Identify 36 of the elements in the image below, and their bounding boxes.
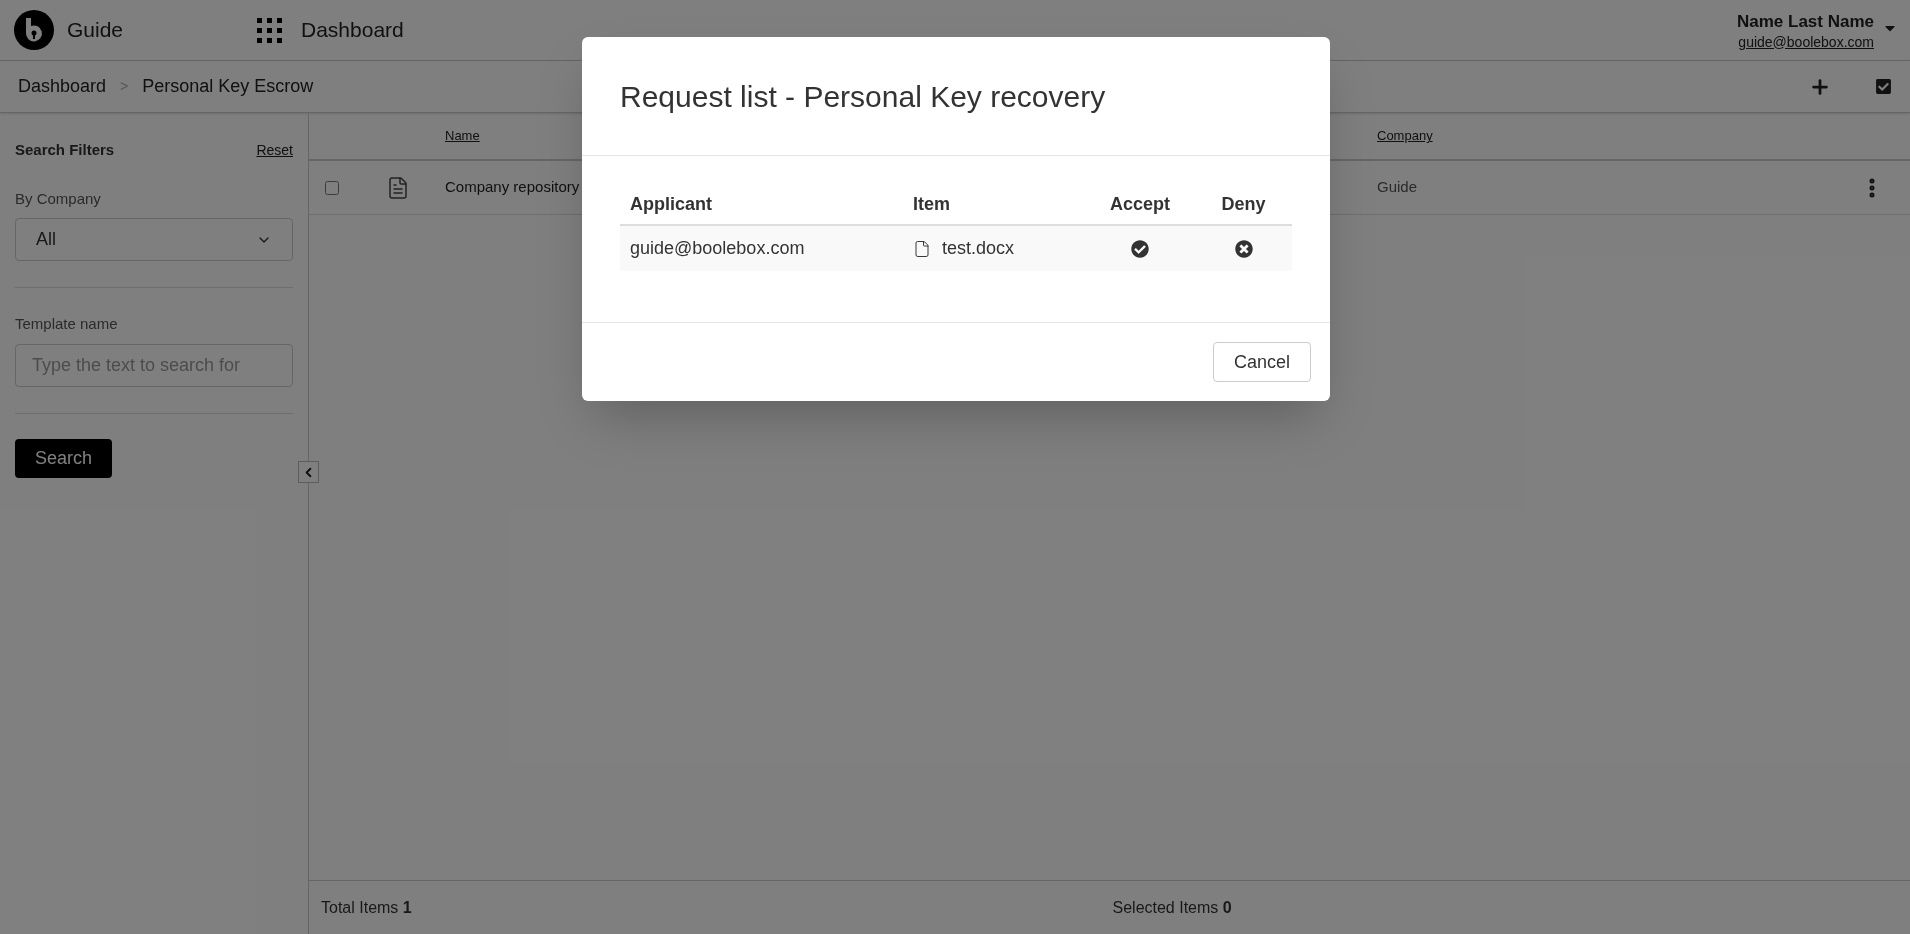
filter-label: Template name (15, 314, 119, 334)
applicant-cell-text: guide@boolebox.com (629, 237, 806, 260)
select-all-icon[interactable] (1875, 78, 1892, 95)
apps-grid-icon[interactable] (257, 17, 282, 43)
app-name: Guide (67, 17, 125, 44)
column-header[interactable]: Name (445, 126, 480, 146)
company-select[interactable]: All (15, 218, 293, 261)
search-button[interactable]: Search (15, 438, 113, 478)
item-cell-text: test.docx (942, 237, 1015, 260)
selected-items: Selected Items 0 (1111, 897, 1233, 918)
user-email-link[interactable]: guide@boolebox.com (1738, 31, 1874, 53)
user-name: Name Last Name (1737, 11, 1874, 32)
total-items: Total Items 1 (321, 897, 413, 918)
table-cell-text: Guide (1377, 177, 1419, 198)
breadcrumb-current: Personal Key Escrow (142, 75, 314, 98)
deny-icon[interactable] (1234, 239, 1253, 258)
accept-icon[interactable] (1131, 239, 1149, 258)
cancel-button[interactable]: Cancel (1212, 342, 1311, 382)
column-header[interactable]: Company (1377, 126, 1433, 146)
section-title: Dashboard (301, 17, 404, 44)
filter-label: By Company (15, 188, 102, 209)
table-cell-text: Company repository (445, 177, 581, 198)
column-header: Accept (1110, 193, 1170, 216)
column-header: Deny (1221, 193, 1266, 216)
breadcrumb-link[interactable]: Dashboard (18, 73, 107, 100)
dialog-title: Request list - Personal Key recovery (620, 78, 1106, 115)
row-checkbox[interactable] (325, 180, 339, 195)
breadcrumb-separator: > (120, 77, 129, 96)
column-header: Item (912, 193, 951, 216)
logo-icon (14, 10, 54, 50)
file-icon (913, 239, 931, 258)
column-header: Applicant (629, 193, 713, 216)
reset-link[interactable]: Reset (256, 139, 293, 161)
collapse-button[interactable] (298, 461, 319, 483)
document-icon (386, 175, 410, 200)
filters-title: Search Filters (15, 140, 115, 160)
